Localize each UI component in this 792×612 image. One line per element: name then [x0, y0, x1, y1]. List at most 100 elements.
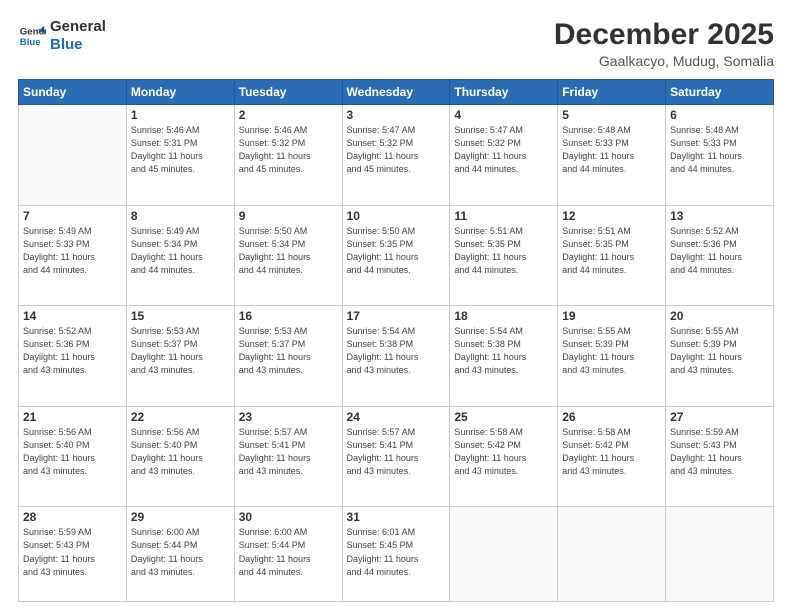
- weekday-header-thursday: Thursday: [450, 80, 558, 105]
- calendar-cell: 17 Sunrise: 5:54 AMSunset: 5:38 PMDayligh…: [342, 306, 450, 407]
- day-number: 6: [670, 108, 769, 122]
- day-info: Sunrise: 5:46 AMSunset: 5:32 PMDaylight:…: [239, 124, 338, 176]
- main-title: December 2025: [554, 18, 774, 51]
- weekday-header-saturday: Saturday: [666, 80, 774, 105]
- day-number: 18: [454, 309, 553, 323]
- week-row-3: 14 Sunrise: 5:52 AMSunset: 5:36 PMDayligh…: [19, 306, 774, 407]
- day-info: Sunrise: 5:58 AMSunset: 5:42 PMDaylight:…: [562, 426, 661, 478]
- weekday-header-row: SundayMondayTuesdayWednesdayThursdayFrid…: [19, 80, 774, 105]
- day-info: Sunrise: 5:50 AMSunset: 5:35 PMDaylight:…: [347, 225, 446, 277]
- day-number: 14: [23, 309, 122, 323]
- day-info: Sunrise: 5:56 AMSunset: 5:40 PMDaylight:…: [131, 426, 230, 478]
- calendar-cell: 2 Sunrise: 5:46 AMSunset: 5:32 PMDaylight…: [234, 105, 342, 206]
- calendar-cell: 21 Sunrise: 5:56 AMSunset: 5:40 PMDayligh…: [19, 406, 127, 507]
- day-info: Sunrise: 5:53 AMSunset: 5:37 PMDaylight:…: [239, 325, 338, 377]
- calendar-cell: 27Sunrise: 5:59 AMSunset: 5:43 PMDayligh…: [666, 406, 774, 507]
- calendar-table: SundayMondayTuesdayWednesdayThursdayFrid…: [18, 79, 774, 602]
- svg-text:Blue: Blue: [20, 37, 41, 48]
- day-number: 11: [454, 209, 553, 223]
- calendar-cell: 4 Sunrise: 5:47 AMSunset: 5:32 PMDaylight…: [450, 105, 558, 206]
- day-number: 21: [23, 410, 122, 424]
- calendar-cell: 10 Sunrise: 5:50 AMSunset: 5:35 PMDayligh…: [342, 205, 450, 306]
- calendar-cell: 19Sunrise: 5:55 AMSunset: 5:39 PMDayligh…: [558, 306, 666, 407]
- calendar-cell: 28Sunrise: 5:59 AMSunset: 5:43 PMDayligh…: [19, 507, 127, 602]
- day-info: Sunrise: 5:52 AMSunset: 5:36 PMDaylight:…: [23, 325, 122, 377]
- day-info: Sunrise: 5:47 AMSunset: 5:32 PMDaylight:…: [347, 124, 446, 176]
- calendar-cell: 9Sunrise: 5:50 AMSunset: 5:34 PMDaylight…: [234, 205, 342, 306]
- day-number: 4: [454, 108, 553, 122]
- calendar-cell: 15 Sunrise: 5:53 AMSunset: 5:37 PMDayligh…: [126, 306, 234, 407]
- day-info: Sunrise: 5:47 AMSunset: 5:32 PMDaylight:…: [454, 124, 553, 176]
- day-info: Sunrise: 5:48 AMSunset: 5:33 PMDaylight:…: [562, 124, 661, 176]
- week-row-4: 21 Sunrise: 5:56 AMSunset: 5:40 PMDayligh…: [19, 406, 774, 507]
- day-number: 28: [23, 510, 122, 524]
- logo-icon: General Blue: [18, 22, 46, 50]
- day-number: 5: [562, 108, 661, 122]
- calendar-cell: [666, 507, 774, 602]
- day-info: Sunrise: 5:53 AMSunset: 5:37 PMDaylight:…: [131, 325, 230, 377]
- logo-text-general: General: [50, 18, 106, 36]
- week-row-5: 28Sunrise: 5:59 AMSunset: 5:43 PMDayligh…: [19, 507, 774, 602]
- weekday-header-sunday: Sunday: [19, 80, 127, 105]
- calendar-cell: 26 Sunrise: 5:58 AMSunset: 5:42 PMDayligh…: [558, 406, 666, 507]
- sub-title: Gaalkacyo, Mudug, Somalia: [554, 53, 774, 69]
- calendar-cell: 16Sunrise: 5:53 AMSunset: 5:37 PMDayligh…: [234, 306, 342, 407]
- calendar-cell: 23 Sunrise: 5:57 AMSunset: 5:41 PMDayligh…: [234, 406, 342, 507]
- day-info: Sunrise: 5:54 AMSunset: 5:38 PMDaylight:…: [347, 325, 446, 377]
- day-number: 26: [562, 410, 661, 424]
- day-number: 10: [347, 209, 446, 223]
- calendar-cell: 14 Sunrise: 5:52 AMSunset: 5:36 PMDayligh…: [19, 306, 127, 407]
- day-info: Sunrise: 5:55 AMSunset: 5:39 PMDaylight:…: [562, 325, 661, 377]
- day-number: 24: [347, 410, 446, 424]
- calendar-cell: 1Sunrise: 5:46 AMSunset: 5:31 PMDaylight…: [126, 105, 234, 206]
- day-number: 20: [670, 309, 769, 323]
- weekday-header-monday: Monday: [126, 80, 234, 105]
- day-info: Sunrise: 5:56 AMSunset: 5:40 PMDaylight:…: [23, 426, 122, 478]
- calendar-cell: 30 Sunrise: 6:00 AMSunset: 5:44 PMDayligh…: [234, 507, 342, 602]
- calendar-cell: 12Sunrise: 5:51 AMSunset: 5:35 PMDayligh…: [558, 205, 666, 306]
- page: General Blue General Blue December 2025 …: [0, 0, 792, 612]
- calendar-cell: 8 Sunrise: 5:49 AMSunset: 5:34 PMDaylight…: [126, 205, 234, 306]
- day-number: 1: [131, 108, 230, 122]
- day-info: Sunrise: 6:01 AMSunset: 5:45 PMDaylight:…: [347, 526, 446, 578]
- day-number: 29: [131, 510, 230, 524]
- day-info: Sunrise: 5:49 AMSunset: 5:34 PMDaylight:…: [131, 225, 230, 277]
- header: General Blue General Blue December 2025 …: [18, 18, 774, 69]
- logo: General Blue General Blue: [18, 18, 106, 54]
- day-info: Sunrise: 5:57 AMSunset: 5:41 PMDaylight:…: [239, 426, 338, 478]
- day-number: 17: [347, 309, 446, 323]
- calendar-cell: 7 Sunrise: 5:49 AMSunset: 5:33 PMDaylight…: [19, 205, 127, 306]
- day-info: Sunrise: 6:00 AMSunset: 5:44 PMDaylight:…: [239, 526, 338, 578]
- calendar-cell: 3 Sunrise: 5:47 AMSunset: 5:32 PMDaylight…: [342, 105, 450, 206]
- calendar-cell: 29Sunrise: 6:00 AMSunset: 5:44 PMDayligh…: [126, 507, 234, 602]
- day-number: 30: [239, 510, 338, 524]
- day-info: Sunrise: 5:51 AMSunset: 5:35 PMDaylight:…: [562, 225, 661, 277]
- day-info: Sunrise: 5:51 AMSunset: 5:35 PMDaylight:…: [454, 225, 553, 277]
- weekday-header-tuesday: Tuesday: [234, 80, 342, 105]
- day-number: 3: [347, 108, 446, 122]
- calendar-cell: 13 Sunrise: 5:52 AMSunset: 5:36 PMDayligh…: [666, 205, 774, 306]
- day-info: Sunrise: 5:52 AMSunset: 5:36 PMDaylight:…: [670, 225, 769, 277]
- weekday-header-friday: Friday: [558, 80, 666, 105]
- day-number: 7: [23, 209, 122, 223]
- day-number: 8: [131, 209, 230, 223]
- calendar-cell: 25Sunrise: 5:58 AMSunset: 5:42 PMDayligh…: [450, 406, 558, 507]
- day-number: 2: [239, 108, 338, 122]
- week-row-1: 1Sunrise: 5:46 AMSunset: 5:31 PMDaylight…: [19, 105, 774, 206]
- calendar-cell: 18 Sunrise: 5:54 AMSunset: 5:38 PMDayligh…: [450, 306, 558, 407]
- day-info: Sunrise: 5:48 AMSunset: 5:33 PMDaylight:…: [670, 124, 769, 176]
- day-info: Sunrise: 5:55 AMSunset: 5:39 PMDaylight:…: [670, 325, 769, 377]
- day-number: 25: [454, 410, 553, 424]
- logo-text-blue: Blue: [50, 36, 106, 54]
- day-info: Sunrise: 5:59 AMSunset: 5:43 PMDaylight:…: [670, 426, 769, 478]
- day-info: Sunrise: 5:49 AMSunset: 5:33 PMDaylight:…: [23, 225, 122, 277]
- day-number: 23: [239, 410, 338, 424]
- day-number: 13: [670, 209, 769, 223]
- day-number: 22: [131, 410, 230, 424]
- day-number: 15: [131, 309, 230, 323]
- day-number: 9: [239, 209, 338, 223]
- title-block: December 2025 Gaalkacyo, Mudug, Somalia: [554, 18, 774, 69]
- calendar-cell: 6 Sunrise: 5:48 AMSunset: 5:33 PMDaylight…: [666, 105, 774, 206]
- calendar-cell: [558, 507, 666, 602]
- day-info: Sunrise: 5:54 AMSunset: 5:38 PMDaylight:…: [454, 325, 553, 377]
